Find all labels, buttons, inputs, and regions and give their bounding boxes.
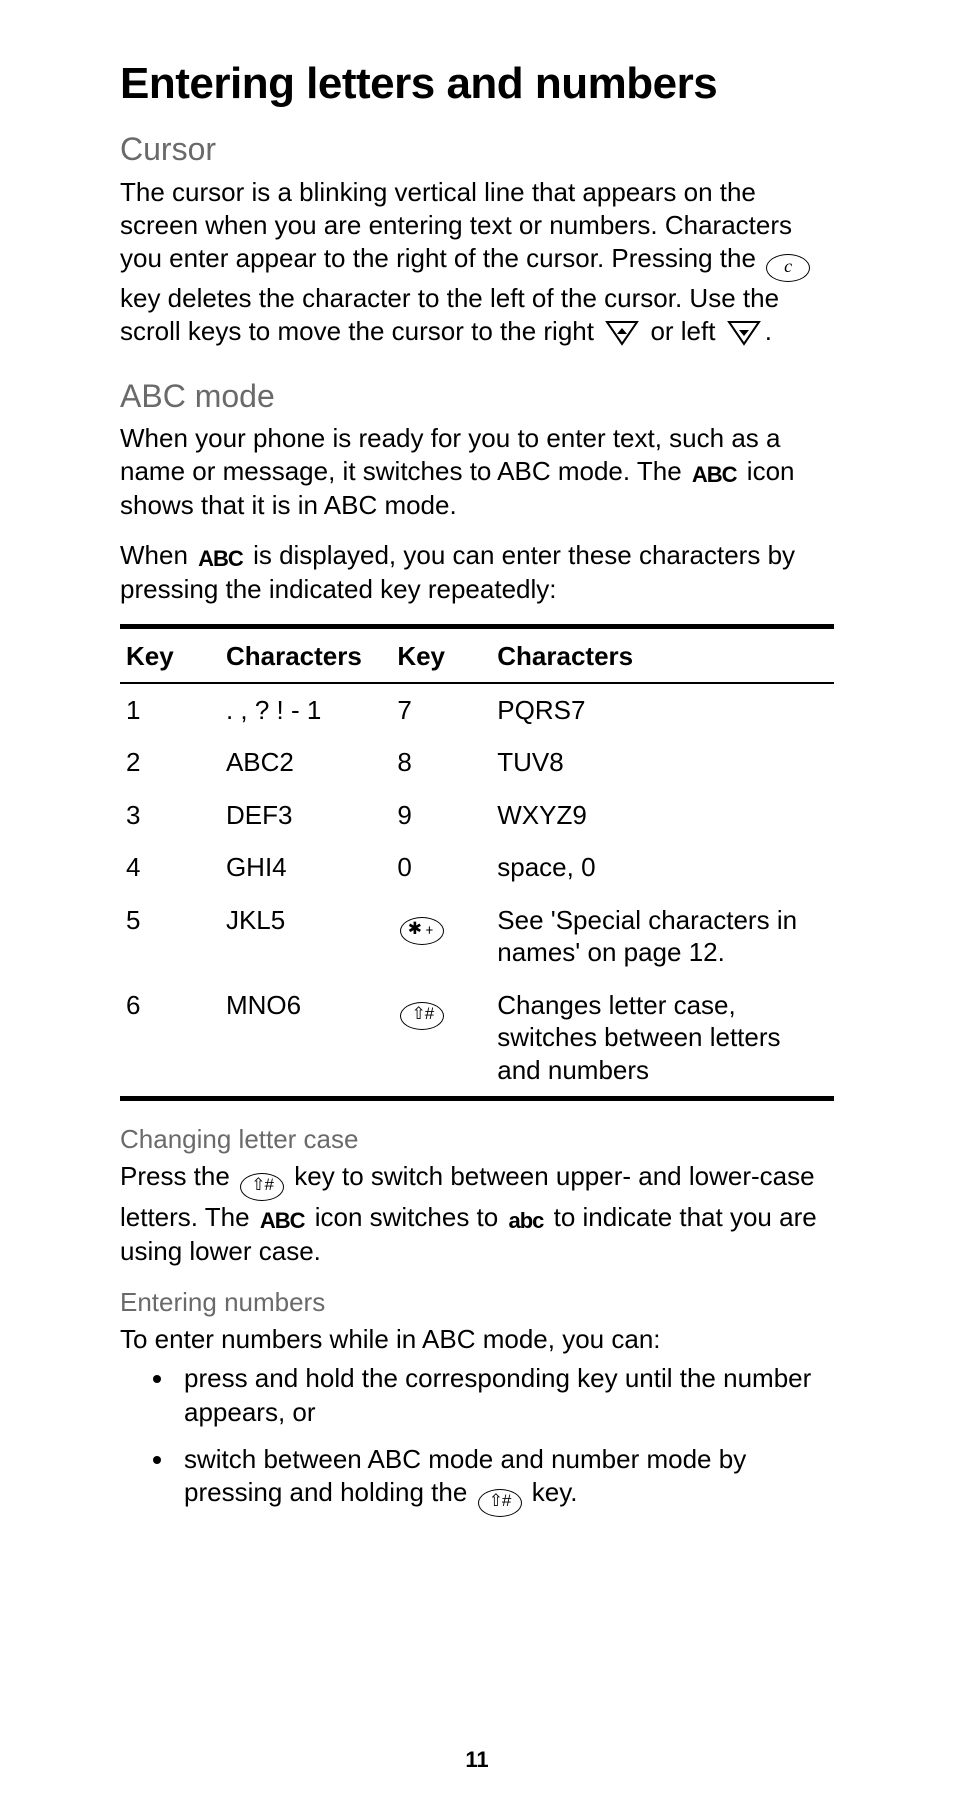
cell-chars: DEF3 <box>220 789 391 842</box>
page-number: 11 <box>0 1747 954 1773</box>
entering-numbers-list: press and hold the corresponding key unt… <box>120 1362 834 1517</box>
cell-chars: TUV8 <box>491 736 834 789</box>
abc-upper-icon: ABC <box>692 461 737 489</box>
cell-key: 0 <box>391 841 491 894</box>
cell-key: 3 <box>120 789 220 842</box>
page-title: Entering letters and numbers <box>120 60 834 108</box>
text: When your phone is ready for you to ente… <box>120 423 780 486</box>
hash-key-icon: ⇧# <box>240 1173 284 1201</box>
star-key-icon: ✱﹢ <box>400 917 444 945</box>
text: Press the <box>120 1161 237 1191</box>
scroll-right-icon <box>605 320 639 354</box>
cell-key: 7 <box>391 683 491 737</box>
th-chars-1: Characters <box>220 629 391 683</box>
cursor-paragraph: The cursor is a blinking vertical line t… <box>120 176 834 355</box>
key-characters-table-wrap: Key Characters Key Characters 1 . , ? ! … <box>120 624 834 1102</box>
cell-chars: WXYZ9 <box>491 789 834 842</box>
subsection-heading-case: Changing letter case <box>120 1125 834 1154</box>
list-item: press and hold the corresponding key unt… <box>176 1362 834 1429</box>
th-key-1: Key <box>120 629 220 683</box>
table-row: 4 GHI4 0 space, 0 <box>120 841 834 894</box>
table-row: 5 JKL5 ✱﹢ See 'Special characters in nam… <box>120 894 834 979</box>
hash-key-icon: ⇧# <box>400 1002 444 1030</box>
cell-key: 4 <box>120 841 220 894</box>
text: icon switches to <box>315 1202 506 1232</box>
list-item: switch between ABC mode and number mode … <box>176 1443 834 1517</box>
abc-upper-icon: ABC <box>198 545 243 573</box>
table-row: 2 ABC2 8 TUV8 <box>120 736 834 789</box>
abc-upper-icon: ABC <box>260 1207 305 1235</box>
subsection-heading-numbers: Entering numbers <box>120 1288 834 1317</box>
cell-chars: space, 0 <box>491 841 834 894</box>
cell-chars: MNO6 <box>220 979 391 1097</box>
cell-key: 2 <box>120 736 220 789</box>
abc-paragraph-1: When your phone is ready for you to ente… <box>120 422 834 523</box>
th-chars-2: Characters <box>491 629 834 683</box>
manual-page: Entering letters and numbers Cursor The … <box>0 0 954 1803</box>
table-row: 6 MNO6 ⇧# Changes letter case, switches … <box>120 979 834 1097</box>
section-heading-cursor: Cursor <box>120 132 834 167</box>
text: The cursor is a blinking vertical line t… <box>120 177 792 274</box>
scroll-left-icon <box>727 320 761 354</box>
cell-key: 8 <box>391 736 491 789</box>
cell-chars: PQRS7 <box>491 683 834 737</box>
cell-key: 9 <box>391 789 491 842</box>
abc-lower-icon: abc <box>508 1207 543 1235</box>
key-characters-table: Key Characters Key Characters 1 . , ? ! … <box>120 629 834 1097</box>
hash-key-icon: ⇧# <box>478 1489 522 1517</box>
table-row: 3 DEF3 9 WXYZ9 <box>120 789 834 842</box>
c-key-icon: c <box>766 254 810 282</box>
cell-chars: ABC2 <box>220 736 391 789</box>
text: . <box>765 316 772 346</box>
cell-chars: JKL5 <box>220 894 391 979</box>
th-key-2: Key <box>391 629 491 683</box>
cell-key: 6 <box>120 979 220 1097</box>
cell-chars: See 'Special characters in names' on pag… <box>491 894 834 979</box>
text: switch between ABC mode and number mode … <box>184 1444 746 1507</box>
changing-case-paragraph: Press the ⇧# key to switch between upper… <box>120 1160 834 1268</box>
text: When <box>120 540 195 570</box>
cell-chars: Changes letter case, switches between le… <box>491 979 834 1097</box>
table-row: 1 . , ? ! - 1 7 PQRS7 <box>120 683 834 737</box>
table-header-row: Key Characters Key Characters <box>120 629 834 683</box>
section-heading-abc: ABC mode <box>120 379 834 414</box>
cell-key-star: ✱﹢ <box>391 894 491 979</box>
text: or left <box>650 316 722 346</box>
abc-paragraph-2: When ABC is displayed, you can enter the… <box>120 539 834 606</box>
cell-chars: GHI4 <box>220 841 391 894</box>
cell-key: 5 <box>120 894 220 979</box>
text: key. <box>532 1477 578 1507</box>
cell-chars: . , ? ! - 1 <box>220 683 391 737</box>
cell-key-hash: ⇧# <box>391 979 491 1097</box>
cell-key: 1 <box>120 683 220 737</box>
entering-numbers-paragraph: To enter numbers while in ABC mode, you … <box>120 1323 834 1356</box>
